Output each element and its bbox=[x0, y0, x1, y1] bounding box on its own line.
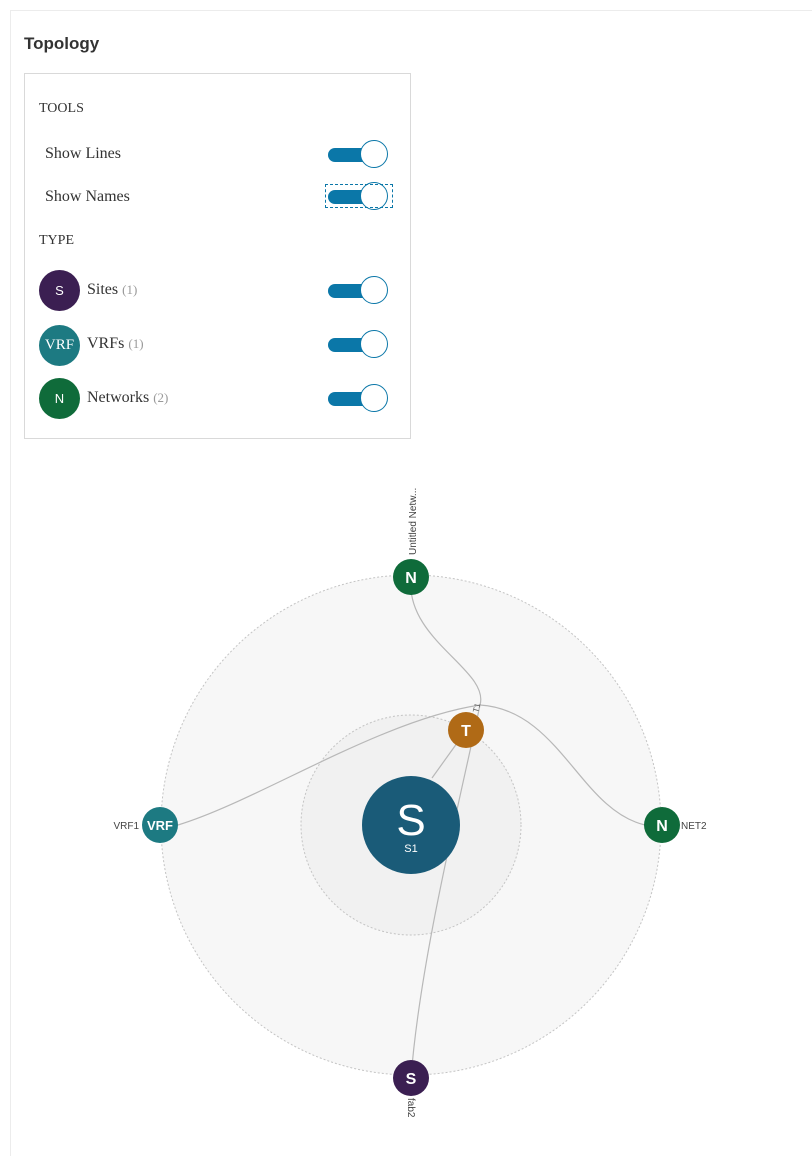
node-net2-letter: N bbox=[656, 818, 668, 835]
sites-type-row: Sites (1) bbox=[87, 280, 137, 300]
vrfs-type-label: VRFs bbox=[87, 335, 125, 352]
node-vrf1-name: VRF1 bbox=[113, 821, 139, 832]
topology-controls-panel: TOOLS Show Lines Show Names TYPE S Sites… bbox=[24, 73, 411, 439]
center-site-node[interactable]: S S1 bbox=[362, 776, 460, 874]
show-names-label: Show Names bbox=[45, 188, 130, 205]
show-lines-toggle[interactable] bbox=[328, 140, 390, 170]
networks-type-label: Networks bbox=[87, 389, 150, 406]
node-vrf1-letter: VRF bbox=[147, 818, 173, 833]
sites-toggle[interactable] bbox=[328, 276, 390, 306]
show-names-toggle[interactable] bbox=[325, 182, 393, 212]
node-untitled-network-letter: N bbox=[405, 570, 417, 587]
sites-type-label: Sites bbox=[87, 281, 119, 298]
show-lines-label: Show Lines bbox=[45, 145, 121, 162]
tools-section-label: TOOLS bbox=[39, 101, 84, 116]
vrfs-type-icon: VRF bbox=[39, 325, 80, 366]
vrfs-toggle[interactable] bbox=[328, 330, 390, 360]
node-net2[interactable]: N NET2 bbox=[644, 807, 707, 843]
vrfs-type-count: (1) bbox=[128, 336, 144, 351]
sites-type-icon: S bbox=[39, 270, 80, 311]
page-title: Topology bbox=[24, 34, 100, 53]
node-vrf1[interactable]: VRF VRF1 bbox=[113, 807, 178, 843]
networks-type-row: Networks (2) bbox=[87, 388, 168, 408]
sites-type-count: (1) bbox=[122, 282, 138, 297]
networks-type-icon: N bbox=[39, 378, 80, 419]
networks-type-count: (2) bbox=[153, 390, 169, 405]
node-untitled-network-name: Untitled Netw... bbox=[408, 488, 419, 555]
topology-graph[interactable]: S S1 T T1 N Untitled Netw... N NET2 VRF … bbox=[0, 440, 812, 1156]
node-fab2-name: fab2 bbox=[405, 1098, 416, 1118]
node-untitled-network[interactable]: N Untitled Netw... bbox=[393, 488, 429, 595]
node-t1-letter: T bbox=[461, 723, 471, 740]
type-section-label: TYPE bbox=[39, 233, 74, 248]
node-fab2-letter: S bbox=[406, 1071, 417, 1088]
vrfs-type-row: VRFs (1) bbox=[87, 334, 144, 354]
networks-toggle[interactable] bbox=[328, 384, 390, 414]
center-site-name: S1 bbox=[404, 843, 417, 855]
center-site-letter: S bbox=[396, 796, 425, 845]
node-net2-name: NET2 bbox=[681, 821, 707, 832]
node-fab2[interactable]: S fab2 bbox=[393, 1060, 429, 1118]
